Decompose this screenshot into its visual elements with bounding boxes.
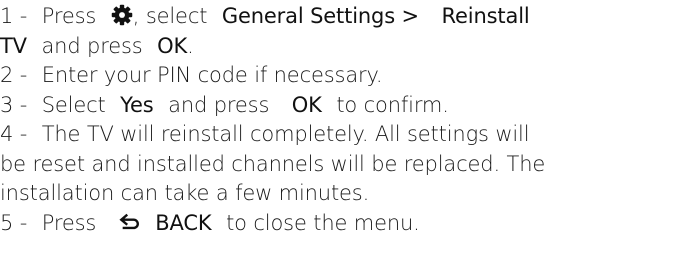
step-text: installation can take a few minutes. [0, 181, 370, 205]
gear-icon [111, 4, 133, 26]
key-ok: OK [291, 92, 322, 117]
step-4-line-2: be reset and installed channels will be … [0, 150, 689, 180]
instruction-document: 1 - Press , select General Settings > Re… [0, 0, 689, 267]
step-number: 4 - [0, 122, 28, 146]
step-text: Select [41, 92, 106, 117]
step-3: 3 - Select Yes and press OK to confirm. [0, 91, 689, 121]
step-text: and press [168, 92, 270, 117]
step-4-line-3: installation can take a few minutes. [0, 179, 689, 209]
step-1-line-1: 1 - Press , select General Settings > Re… [0, 2, 689, 32]
key-back: BACK [155, 210, 212, 235]
step-text: and press [41, 33, 143, 58]
step-text: to confirm. [336, 92, 449, 117]
step-2: 2 - Enter your PIN code if necessary. [0, 61, 689, 91]
step-text: , select [132, 4, 208, 28]
step-1-line-2: TV and press OK. [0, 32, 689, 62]
option-yes: Yes [120, 92, 154, 117]
step-text: Enter your PIN code if necessary. [41, 63, 383, 87]
step-number: 2 - [0, 63, 28, 87]
step-4-line-1: 4 - The TV will reinstall completely. Al… [0, 120, 689, 150]
menu-path-tv: TV [0, 33, 27, 58]
menu-path-reinstall: Reinstall [441, 4, 530, 28]
step-number: 5 - [0, 210, 28, 235]
step-number: 1 - [0, 4, 28, 28]
step-text: The TV will reinstall completely. All se… [41, 122, 530, 146]
step-5: 5 - Press BACK to close the menu. [0, 209, 689, 239]
step-text: Press [41, 4, 97, 28]
step-text: be reset and installed channels will be … [0, 151, 546, 176]
step-text: . [187, 33, 194, 58]
menu-path-general-settings: General Settings > [221, 4, 419, 28]
step-text: Press [41, 210, 97, 235]
key-ok: OK [157, 33, 188, 58]
back-arrow-icon [119, 211, 141, 233]
step-text: to close the menu. [226, 210, 420, 235]
step-number: 3 - [0, 92, 28, 117]
